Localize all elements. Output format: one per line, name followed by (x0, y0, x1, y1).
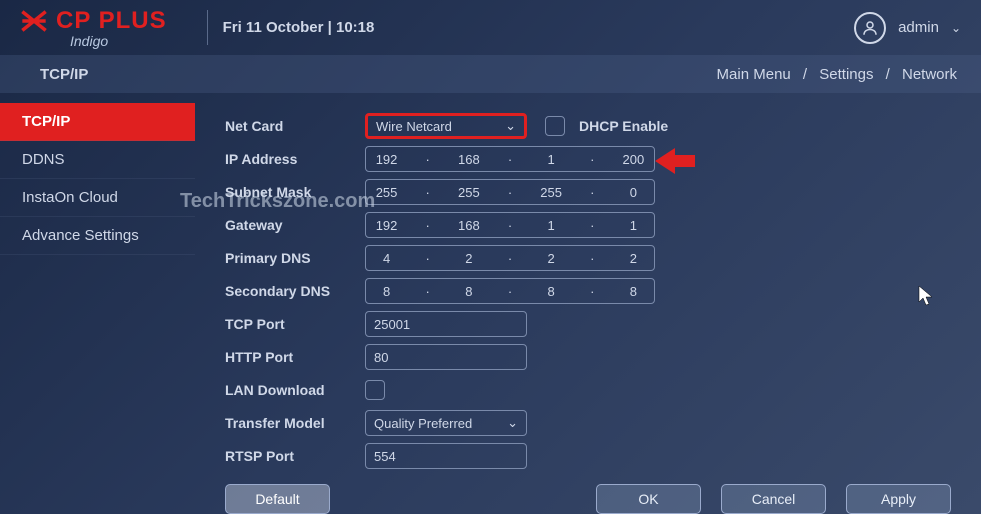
user-icon[interactable] (854, 12, 886, 44)
netcard-select[interactable]: Wire Netcard ⌄ (365, 113, 527, 139)
subnet-input[interactable]: 255· 255· 255· 0 (365, 179, 655, 205)
secondary-dns-input[interactable]: 8· 8· 8· 8 (365, 278, 655, 304)
logo-icon (20, 7, 48, 35)
breadcrumb: Main Menu / Settings / Network (713, 66, 961, 83)
breadcrumb-network[interactable]: Network (902, 66, 957, 83)
ok-button[interactable]: OK (596, 484, 701, 514)
logo-text: CP PLUS (56, 7, 167, 35)
rtsp-label: RTSP Port (225, 448, 365, 464)
apply-button[interactable]: Apply (846, 484, 951, 514)
datetime-label: Fri 11 October | 10:18 (223, 19, 375, 36)
breadcrumb-settings[interactable]: Settings (819, 66, 873, 83)
lan-download-checkbox[interactable] (365, 380, 385, 400)
sdns-label: Secondary DNS (225, 283, 365, 299)
gateway-label: Gateway (225, 217, 365, 233)
netcard-value: Wire Netcard (376, 119, 452, 134)
divider (207, 10, 208, 45)
sidebar: TCP/IP DDNS InstaOn Cloud Advance Settin… (0, 93, 195, 514)
transfer-model-select[interactable]: Quality Preferred ⌄ (365, 410, 527, 436)
http-port-input[interactable]: 80 (365, 344, 527, 370)
netcard-label: Net Card (225, 118, 365, 134)
ip-label: IP Address (225, 151, 365, 167)
logo-subtitle: Indigo (70, 33, 167, 49)
rtsp-port-input[interactable]: 554 (365, 443, 527, 469)
sidebar-item-instaon[interactable]: InstaOn Cloud (0, 179, 195, 217)
breadcrumb-main[interactable]: Main Menu (717, 66, 791, 83)
cursor-icon (918, 285, 936, 312)
dhcp-label: DHCP Enable (579, 118, 668, 134)
pdns-label: Primary DNS (225, 250, 365, 266)
sidebar-item-advance[interactable]: Advance Settings (0, 217, 195, 255)
user-name[interactable]: admin (898, 19, 939, 36)
person-icon (861, 19, 879, 37)
httpport-label: HTTP Port (225, 349, 365, 365)
dhcp-checkbox[interactable] (545, 116, 565, 136)
lan-label: LAN Download (225, 382, 365, 398)
tcpport-label: TCP Port (225, 316, 365, 332)
sidebar-item-tcpip[interactable]: TCP/IP (0, 103, 195, 141)
chevron-down-icon[interactable]: ⌄ (951, 21, 961, 35)
transfer-label: Transfer Model (225, 415, 365, 431)
sidebar-item-ddns[interactable]: DDNS (0, 141, 195, 179)
page-title: TCP/IP (40, 66, 88, 83)
gateway-input[interactable]: 192· 168· 1· 1 (365, 212, 655, 238)
tcp-port-input[interactable]: 25001 (365, 311, 527, 337)
chevron-down-icon: ⌄ (507, 415, 518, 431)
ip-address-input[interactable]: 192· 168· 1· 200 (365, 146, 655, 172)
chevron-down-icon: ⌄ (505, 118, 516, 134)
cancel-button[interactable]: Cancel (721, 484, 826, 514)
default-button[interactable]: Default (225, 484, 330, 514)
primary-dns-input[interactable]: 4· 2· 2· 2 (365, 245, 655, 271)
subnet-label: Subnet Mask (225, 184, 365, 200)
